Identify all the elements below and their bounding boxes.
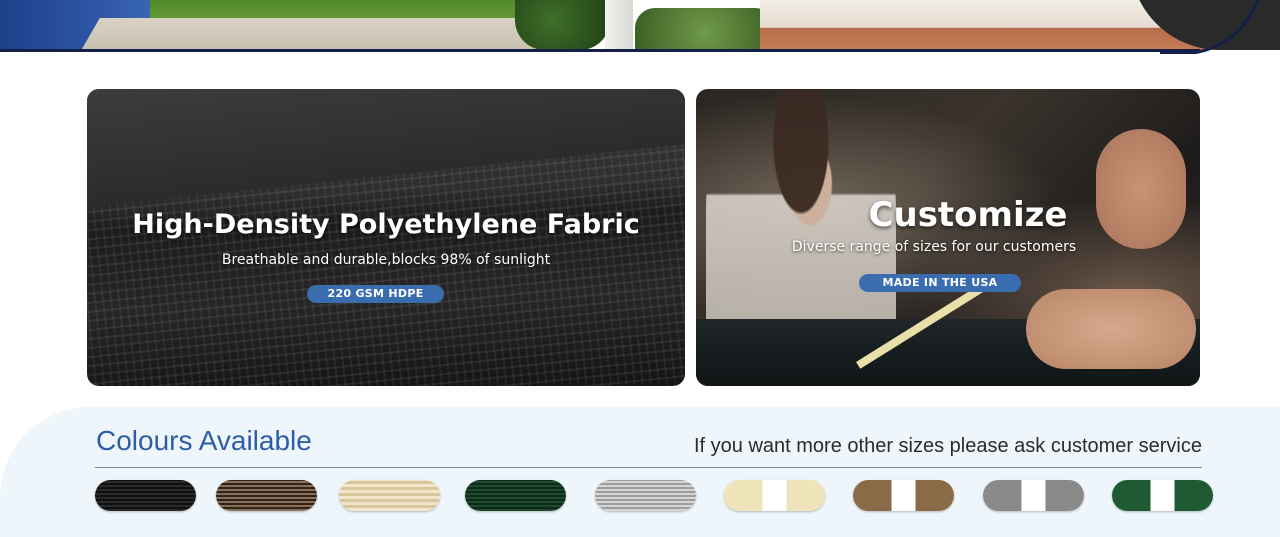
made-in-usa-badge: MADE IN THE USA: [859, 274, 1021, 292]
swatch-brown[interactable]: [216, 480, 317, 511]
swatch-grey-white[interactable]: [983, 480, 1084, 511]
divider: [95, 467, 1202, 468]
swatch-black[interactable]: [95, 480, 196, 511]
swatch-green[interactable]: [465, 480, 566, 511]
top-banner-image: [0, 0, 1280, 54]
swatch-grey[interactable]: [595, 480, 696, 511]
feature-card-customize: Customize Diverse range of sizes for our…: [696, 89, 1200, 386]
porch-post: [605, 0, 633, 50]
swatch-brown-white[interactable]: [853, 480, 954, 511]
shrub: [515, 0, 610, 50]
banner-border: [0, 49, 1200, 52]
swatch-beige-white[interactable]: [724, 480, 825, 511]
sizes-note: If you want more other sizes please ask …: [694, 435, 1202, 457]
hands: [1026, 289, 1196, 369]
gsm-badge: 220 GSM HDPE: [307, 285, 444, 303]
swatch-beige[interactable]: [339, 480, 440, 511]
card-subtitle: Breathable and durable,blocks 98% of sun…: [221, 252, 551, 268]
walkway: [80, 18, 570, 52]
colour-swatches: [95, 480, 1215, 512]
fabric-texture: [87, 89, 685, 209]
colours-heading: Colours Available: [96, 425, 312, 456]
swatch-green-white[interactable]: [1112, 480, 1213, 511]
card-title: Customize: [868, 195, 1068, 235]
hedge: [635, 8, 775, 50]
card-subtitle: Diverse range of sizes for our customers: [791, 239, 1077, 255]
card-title: High-Density Polyethylene Fabric: [132, 209, 640, 240]
feature-card-fabric: High-Density Polyethylene Fabric Breatha…: [87, 89, 685, 386]
